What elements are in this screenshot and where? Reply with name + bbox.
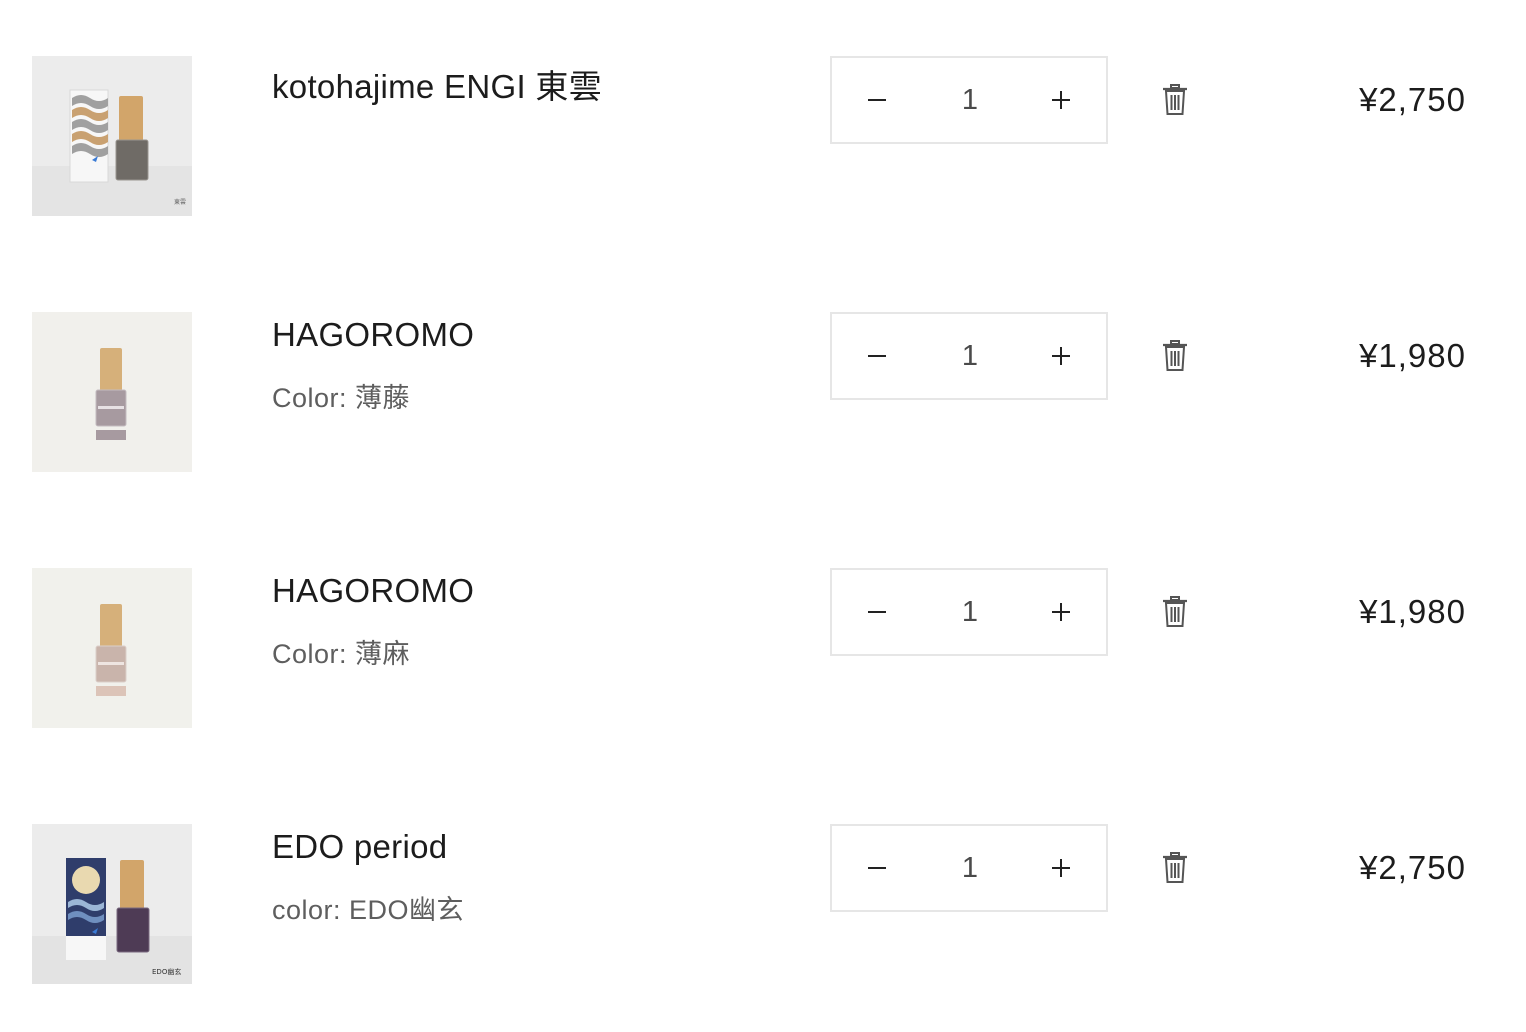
variant-value: EDO幽玄 <box>349 895 465 925</box>
remove-item-button[interactable] <box>1158 850 1192 886</box>
variant-value: 薄藤 <box>355 383 411 413</box>
increase-quantity-button[interactable] <box>1016 826 1106 910</box>
quantity-input[interactable] <box>922 570 1018 654</box>
plus-icon <box>1052 859 1070 877</box>
remove-item-button[interactable] <box>1158 82 1192 118</box>
line-price: ¥2,750 <box>1359 81 1466 118</box>
line-price: ¥2,750 <box>1359 849 1466 886</box>
cart-item: EDO幽玄 EDO period color:EDO幽玄 ¥2,750 <box>0 824 1526 984</box>
quantity-stepper <box>830 824 1108 912</box>
minus-icon <box>868 867 886 869</box>
quantity-input[interactable] <box>922 314 1018 398</box>
product-variant: color: EDO幽玄 <box>272 888 464 927</box>
image-caption: 東雲 <box>174 198 186 206</box>
trash-icon <box>1163 596 1187 627</box>
trash-icon <box>1163 340 1187 371</box>
variant-label: Color: <box>272 639 348 669</box>
product-title[interactable]: HAGOROMO <box>272 572 474 610</box>
increase-quantity-button[interactable] <box>1016 314 1106 398</box>
product-variant: Color: 薄麻 <box>272 632 410 671</box>
line-price: ¥1,980 <box>1359 593 1466 630</box>
remove-item-button[interactable] <box>1158 338 1192 374</box>
variant-label: color: <box>272 895 342 925</box>
image-caption: EDO幽玄 <box>152 967 181 976</box>
remove-item-button[interactable] <box>1158 594 1192 630</box>
quantity-input[interactable] <box>922 58 1018 142</box>
cart-item: HAGOROMO Color:薄藤 ¥1,980 <box>0 312 1526 472</box>
product-title[interactable]: kotohajime ENGI 東雲 <box>272 60 602 108</box>
decrease-quantity-button[interactable] <box>832 58 922 142</box>
trash-icon <box>1163 84 1187 115</box>
product-image[interactable] <box>32 568 192 728</box>
minus-icon <box>868 355 886 357</box>
plus-icon <box>1052 347 1070 365</box>
decrease-quantity-button[interactable] <box>832 570 922 654</box>
product-title[interactable]: HAGOROMO <box>272 316 474 354</box>
decrease-quantity-button[interactable] <box>832 314 922 398</box>
variant-value: 薄麻 <box>355 639 411 669</box>
variant-label: Color: <box>272 383 348 413</box>
cart-item: HAGOROMO Color:薄麻 ¥1,980 <box>0 568 1526 728</box>
decrease-quantity-button[interactable] <box>832 826 922 910</box>
product-title[interactable]: EDO period <box>272 828 447 866</box>
quantity-input[interactable] <box>922 826 1018 910</box>
product-image[interactable]: EDO幽玄 <box>32 824 192 984</box>
product-image[interactable] <box>32 312 192 472</box>
product-variant: Color: 薄藤 <box>272 376 410 415</box>
increase-quantity-button[interactable] <box>1016 570 1106 654</box>
quantity-stepper <box>830 568 1108 656</box>
minus-icon <box>868 99 886 101</box>
quantity-stepper <box>830 312 1108 400</box>
plus-icon <box>1052 603 1070 621</box>
minus-icon <box>868 611 886 613</box>
plus-icon <box>1052 91 1070 109</box>
line-price: ¥1,980 <box>1359 337 1466 374</box>
cart-item: 東雲 kotohajime ENGI 東雲 ¥2,750 <box>0 56 1526 216</box>
increase-quantity-button[interactable] <box>1016 58 1106 142</box>
trash-icon <box>1163 852 1187 883</box>
product-image[interactable]: 東雲 <box>32 56 192 216</box>
quantity-stepper <box>830 56 1108 144</box>
